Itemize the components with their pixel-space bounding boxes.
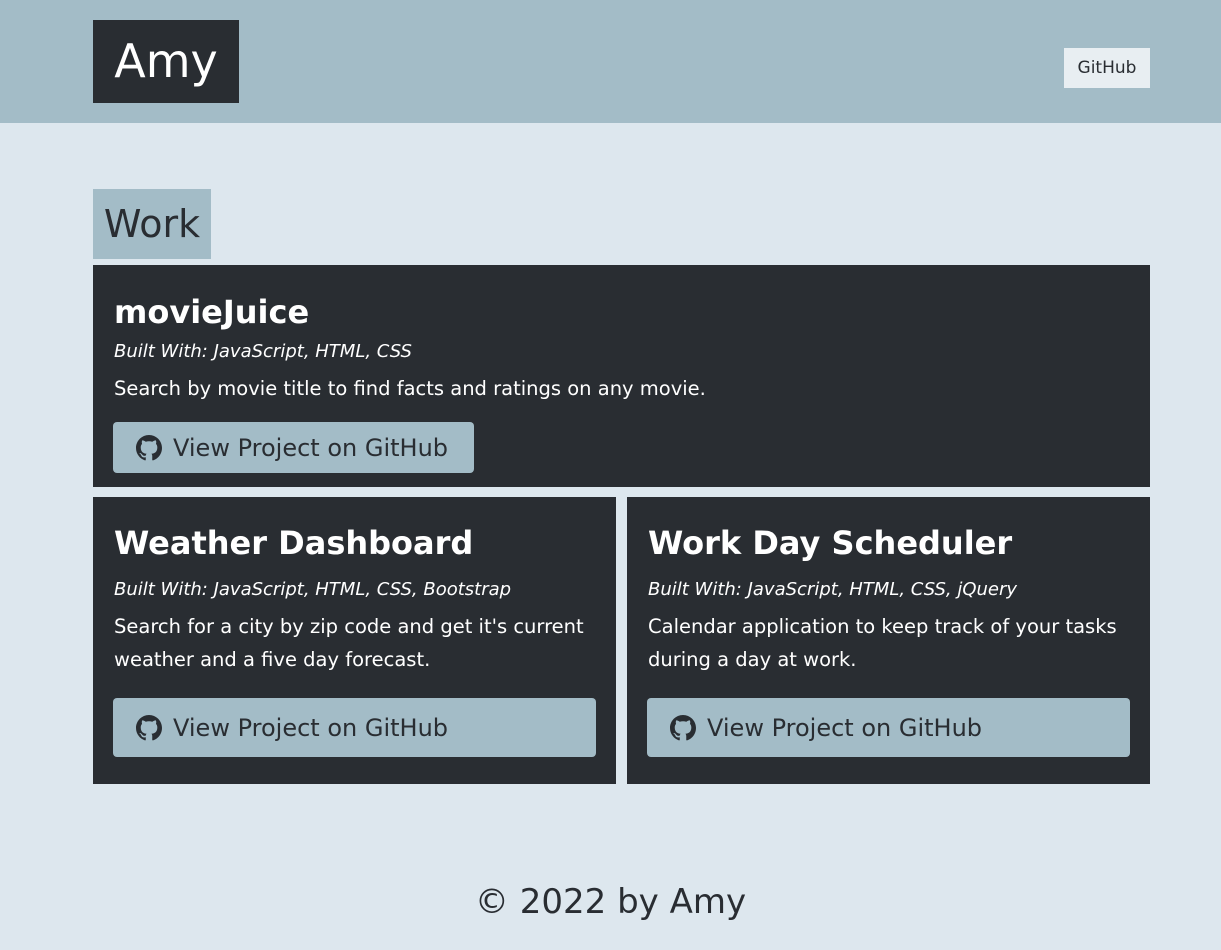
work-section-title: Work xyxy=(93,189,211,259)
project-card-moviejuice: movieJuice Built With: JavaScript, HTML,… xyxy=(93,265,1150,487)
view-project-button-label: View Project on GitHub xyxy=(173,713,449,742)
project-built-with: Built With: JavaScript, HTML, CSS, jQuer… xyxy=(648,579,1018,600)
view-project-button-label: View Project on GitHub xyxy=(173,433,449,462)
github-nav-link[interactable]: GitHub xyxy=(1064,48,1150,88)
view-project-button-label: View Project on GitHub xyxy=(707,713,983,742)
view-project-button[interactable]: View Project on GitHub xyxy=(113,698,596,757)
project-built-with: Built With: JavaScript, HTML, CSS, Boots… xyxy=(114,579,512,600)
brand-logo[interactable]: Amy xyxy=(93,20,239,103)
github-icon xyxy=(670,714,696,740)
github-icon xyxy=(136,714,162,740)
site-header: Amy GitHub xyxy=(0,0,1221,123)
project-description: Calendar application to keep track of yo… xyxy=(648,615,1117,671)
project-description: Search by movie title to find facts and … xyxy=(114,377,706,400)
view-project-button[interactable]: View Project on GitHub xyxy=(113,422,474,473)
project-description: Search for a city by zip code and get it… xyxy=(114,615,584,671)
project-title: Work Day Scheduler xyxy=(648,524,1013,562)
project-card-weather-dashboard: Weather Dashboard Built With: JavaScript… xyxy=(93,497,616,784)
view-project-button[interactable]: View Project on GitHub xyxy=(647,698,1130,757)
project-card-work-day-scheduler: Work Day Scheduler Built With: JavaScrip… xyxy=(627,497,1150,784)
footer-copyright: © 2022 by Amy xyxy=(474,882,747,922)
github-icon xyxy=(136,434,162,460)
project-built-with: Built With: JavaScript, HTML, CSS xyxy=(114,341,412,362)
project-title: Weather Dashboard xyxy=(114,524,474,562)
project-title: movieJuice xyxy=(114,293,310,331)
